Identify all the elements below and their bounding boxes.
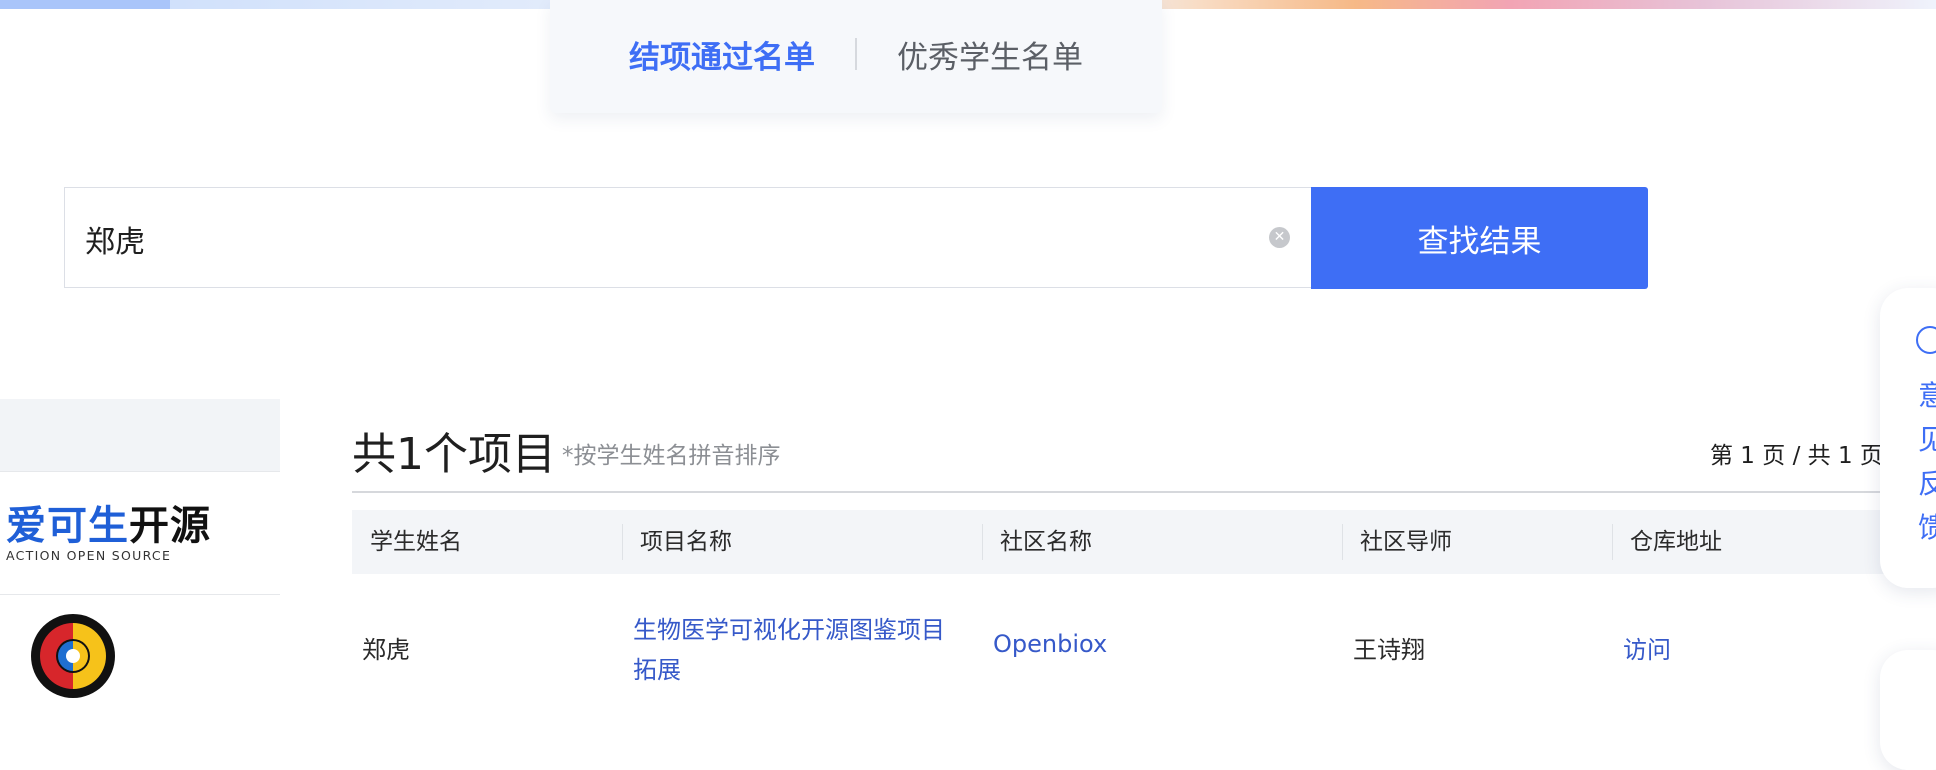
column-header-project: 项目名称: [640, 529, 732, 555]
feedback-widget[interactable]: 意见反馈: [1880, 288, 1936, 588]
tab-completed-list[interactable]: 结项通过名单: [589, 32, 855, 77]
column-header-community: 社区名称: [1000, 529, 1092, 555]
cell-mentor: 王诗翔: [1353, 636, 1425, 664]
sidebar-header: [0, 399, 280, 471]
tab-excellent-students[interactable]: 优秀学生名单: [857, 32, 1123, 77]
table-row: 郑虎 生物医学可视化开源图鉴项目拓展 Openbiox 王诗翔 访问: [352, 574, 1936, 702]
sort-note: *按学生姓名拼音排序: [562, 443, 781, 469]
pagination-status: 第 1 页 / 共 1 页: [1710, 443, 1883, 469]
action-open-source-logo[interactable]: 爱可生开源 ACTION OPEN SOURCE: [6, 505, 226, 563]
logo-wordmark: 爱可生开源: [6, 505, 226, 547]
cell-repo-link[interactable]: 访问: [1623, 630, 1671, 665]
sidebar-divider: [0, 471, 280, 472]
result-count: 共1个项目: [352, 429, 556, 480]
cell-community-link[interactable]: Openbiox: [993, 630, 1107, 658]
search-input[interactable]: [83, 188, 1267, 289]
header-divider: [352, 491, 1936, 493]
list-tabs: 结项通过名单 优秀学生名单: [550, 0, 1162, 113]
logo-word-dark: 开源: [129, 503, 211, 549]
openbiox-logo-icon[interactable]: [30, 613, 116, 699]
cell-project-link[interactable]: 生物医学可视化开源图鉴项目拓展: [633, 610, 963, 690]
clear-icon[interactable]: ✕: [1269, 227, 1290, 248]
smile-icon: [1916, 326, 1936, 354]
floating-widget[interactable]: [1880, 650, 1936, 770]
sidebar-divider: [0, 594, 280, 595]
search-box: ✕: [64, 187, 1311, 289]
cell-student: 郑虎: [362, 636, 410, 664]
column-header-mentor: 社区导师: [1360, 529, 1452, 555]
banner-stripe: [0, 0, 170, 9]
logo-word-blue: 爱可生: [6, 503, 129, 549]
feedback-label: 意见反馈: [1918, 379, 1936, 544]
column-header-student: 学生姓名: [370, 529, 462, 555]
table-header: 学生姓名 项目名称 社区名称 社区导师 仓库地址: [352, 510, 1936, 574]
search-button[interactable]: 查找结果: [1311, 187, 1648, 289]
logo-subtitle: ACTION OPEN SOURCE: [6, 548, 172, 563]
